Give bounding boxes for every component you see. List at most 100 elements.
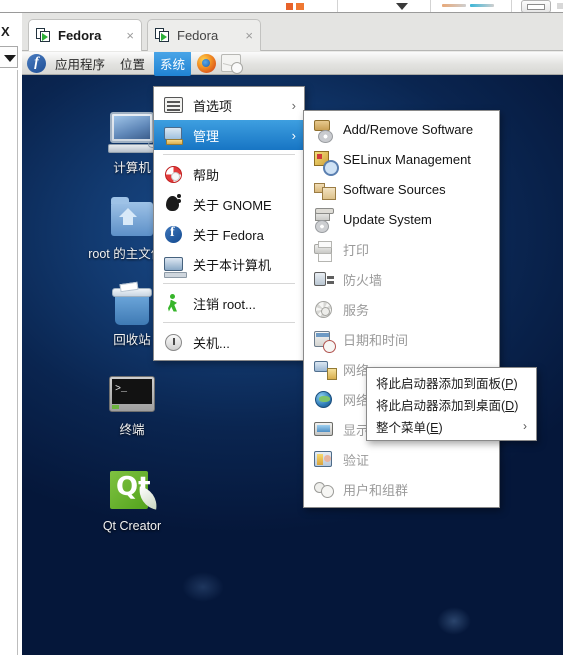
administration-icon <box>163 125 184 146</box>
menu-item-about-fedora[interactable]: 关于 Fedora <box>154 219 304 249</box>
context-item-text-after: ) <box>514 398 519 413</box>
context-item-text-after: ) <box>513 376 518 391</box>
black-caret-down-icon[interactable] <box>396 3 408 10</box>
context-item-add-to-panel[interactable]: 将此启动器添加到面板(P) <box>367 371 536 393</box>
window-button-glyph <box>527 4 545 10</box>
close-icon[interactable]: × <box>245 29 253 42</box>
menu-item-users-and-groups[interactable]: 用户和组群 <box>304 474 499 504</box>
computer-icon <box>106 110 158 158</box>
trash-icon <box>106 281 158 330</box>
chevron-right-icon: › <box>291 127 296 143</box>
terminal-icon: >_ <box>106 372 158 420</box>
rail-panel <box>0 70 18 655</box>
menu-item-authentication[interactable]: 验证 <box>304 444 499 474</box>
authentication-icon <box>313 449 334 470</box>
gnome-top-panel: f 应用程序 位置 系统 <box>22 52 563 76</box>
context-item-text: 将此启动器添加到面板( <box>376 376 506 391</box>
gnome-foot-icon <box>163 193 184 215</box>
tab-title: Fedora <box>177 28 219 43</box>
menu-item-administration[interactable]: 管理 › <box>154 120 304 150</box>
chevron-down-icon[interactable] <box>4 55 16 62</box>
menu-item-label: 注销 root... <box>193 296 256 312</box>
context-item-label: 将此启动器添加到桌面(D) <box>376 395 527 414</box>
update-system-icon <box>313 207 334 233</box>
orange-square-icon[interactable] <box>286 3 293 10</box>
menu-item-label: 验证 <box>343 452 370 468</box>
qt-creator-icon: Qt <box>106 468 160 516</box>
fedora-icon <box>163 224 184 245</box>
help-icon <box>163 164 184 185</box>
panel-menu-applications[interactable]: 应用程序 <box>49 52 111 76</box>
chevron-right-icon: › <box>523 419 527 433</box>
printer-icon <box>313 239 334 262</box>
close-icon[interactable]: × <box>126 29 134 42</box>
menu-item-printing[interactable]: 打印 <box>304 234 499 264</box>
menu-item-label: SELinux Management <box>343 151 471 167</box>
tab-title: Fedora <box>58 28 102 43</box>
context-item-text: 整个菜单( <box>376 420 431 435</box>
fedora-logo-icon[interactable]: f <box>27 53 46 73</box>
window-button-icon[interactable] <box>521 0 551 12</box>
firewall-icon <box>313 269 334 290</box>
menu-item-label: 防火墙 <box>343 272 383 288</box>
launcher-context-menu: 将此启动器添加到面板(P) 将此启动器添加到桌面(D) 整个菜单(E) › <box>366 367 537 441</box>
orange-square-icon[interactable] <box>296 3 304 10</box>
tab-fedora-active[interactable]: Fedora × <box>28 19 142 51</box>
mnemonic: P <box>505 376 514 391</box>
menu-item-date-time[interactable]: 日期和时间 <box>304 324 499 354</box>
logout-icon <box>163 293 184 314</box>
users-groups-icon <box>313 479 334 500</box>
evolution-mail-icon[interactable] <box>221 54 244 74</box>
network-icon <box>313 359 337 380</box>
tab-bar: Fedora × Fedora × <box>22 13 563 51</box>
selinux-icon <box>313 149 339 176</box>
context-item-entire-menu[interactable]: 整个菜单(E) › <box>367 415 536 437</box>
menu-item-label: 管理 <box>193 128 220 144</box>
menu-item-label: 关于 Fedora <box>193 227 264 243</box>
close-icon[interactable]: X <box>1 25 10 38</box>
menu-separator <box>163 283 295 284</box>
blue-brush-icon[interactable] <box>470 4 494 7</box>
about-computer-icon <box>163 254 187 278</box>
menu-item-about-gnome[interactable]: 关于 GNOME <box>154 189 304 219</box>
wallpaper-glow <box>182 572 224 602</box>
menu-item-update-system[interactable]: Update System <box>304 204 499 234</box>
administration-submenu: Add/Remove Software SELinux Management S… <box>303 110 500 508</box>
desktop-icon-label: 终端 <box>119 423 145 437</box>
menu-item-about-this-computer[interactable]: 关于本计算机 <box>154 249 304 279</box>
menu-item-logout[interactable]: 注销 root... <box>154 288 304 318</box>
add-remove-software-icon <box>313 119 334 143</box>
system-menu: 首选项 › 管理 › 帮助 关于 GNOME 关于 Fedora 关于本计算机 <box>153 86 305 361</box>
tab-fedora-inactive[interactable]: Fedora × <box>147 19 261 51</box>
menu-item-help[interactable]: 帮助 <box>154 159 304 189</box>
menu-item-selinux-management[interactable]: SELinux Management <box>304 144 499 176</box>
panel-menu-places[interactable]: 位置 <box>114 52 151 76</box>
menu-item-preferences[interactable]: 首选项 › <box>154 90 304 120</box>
toolbar-overflow-icon[interactable] <box>557 3 563 9</box>
menu-item-shutdown[interactable]: 关机... <box>154 327 304 357</box>
services-icon <box>313 299 334 320</box>
menu-item-software-sources[interactable]: Software Sources <box>304 174 499 204</box>
menu-item-label: 关于本计算机 <box>193 257 272 273</box>
wallpaper-glow <box>437 607 471 635</box>
home-folder-icon <box>106 196 158 244</box>
context-item-text-after: ) <box>438 420 443 435</box>
menu-item-services[interactable]: 服务 <box>304 294 499 324</box>
display-icon <box>313 419 334 440</box>
network-device-icon <box>313 389 334 410</box>
toolbar-divider <box>430 0 431 12</box>
orange-brush-icon[interactable] <box>442 4 466 7</box>
host-app-left-rail: X <box>0 13 22 655</box>
screenshot-root: X Fedora × Fedora × f 应用程序 位置 系统 计算机 roo… <box>0 0 563 655</box>
desktop-icon-terminal[interactable]: >_ 终端 <box>76 372 188 438</box>
desktop-icon-qtcreator[interactable]: Qt Qt Creator <box>76 468 188 534</box>
preferences-icon <box>163 95 184 116</box>
panel-menu-system[interactable]: 系统 <box>154 52 192 76</box>
menu-item-add-remove-software[interactable]: Add/Remove Software <box>304 114 499 144</box>
menu-item-firewall[interactable]: 防火墙 <box>304 264 499 294</box>
menu-item-label: Update System <box>343 211 432 227</box>
context-item-add-to-desktop[interactable]: 将此启动器添加到桌面(D) <box>367 393 536 415</box>
firefox-icon[interactable] <box>197 53 217 73</box>
mnemonic: D <box>505 398 515 413</box>
menu-item-label: 打印 <box>343 242 370 258</box>
